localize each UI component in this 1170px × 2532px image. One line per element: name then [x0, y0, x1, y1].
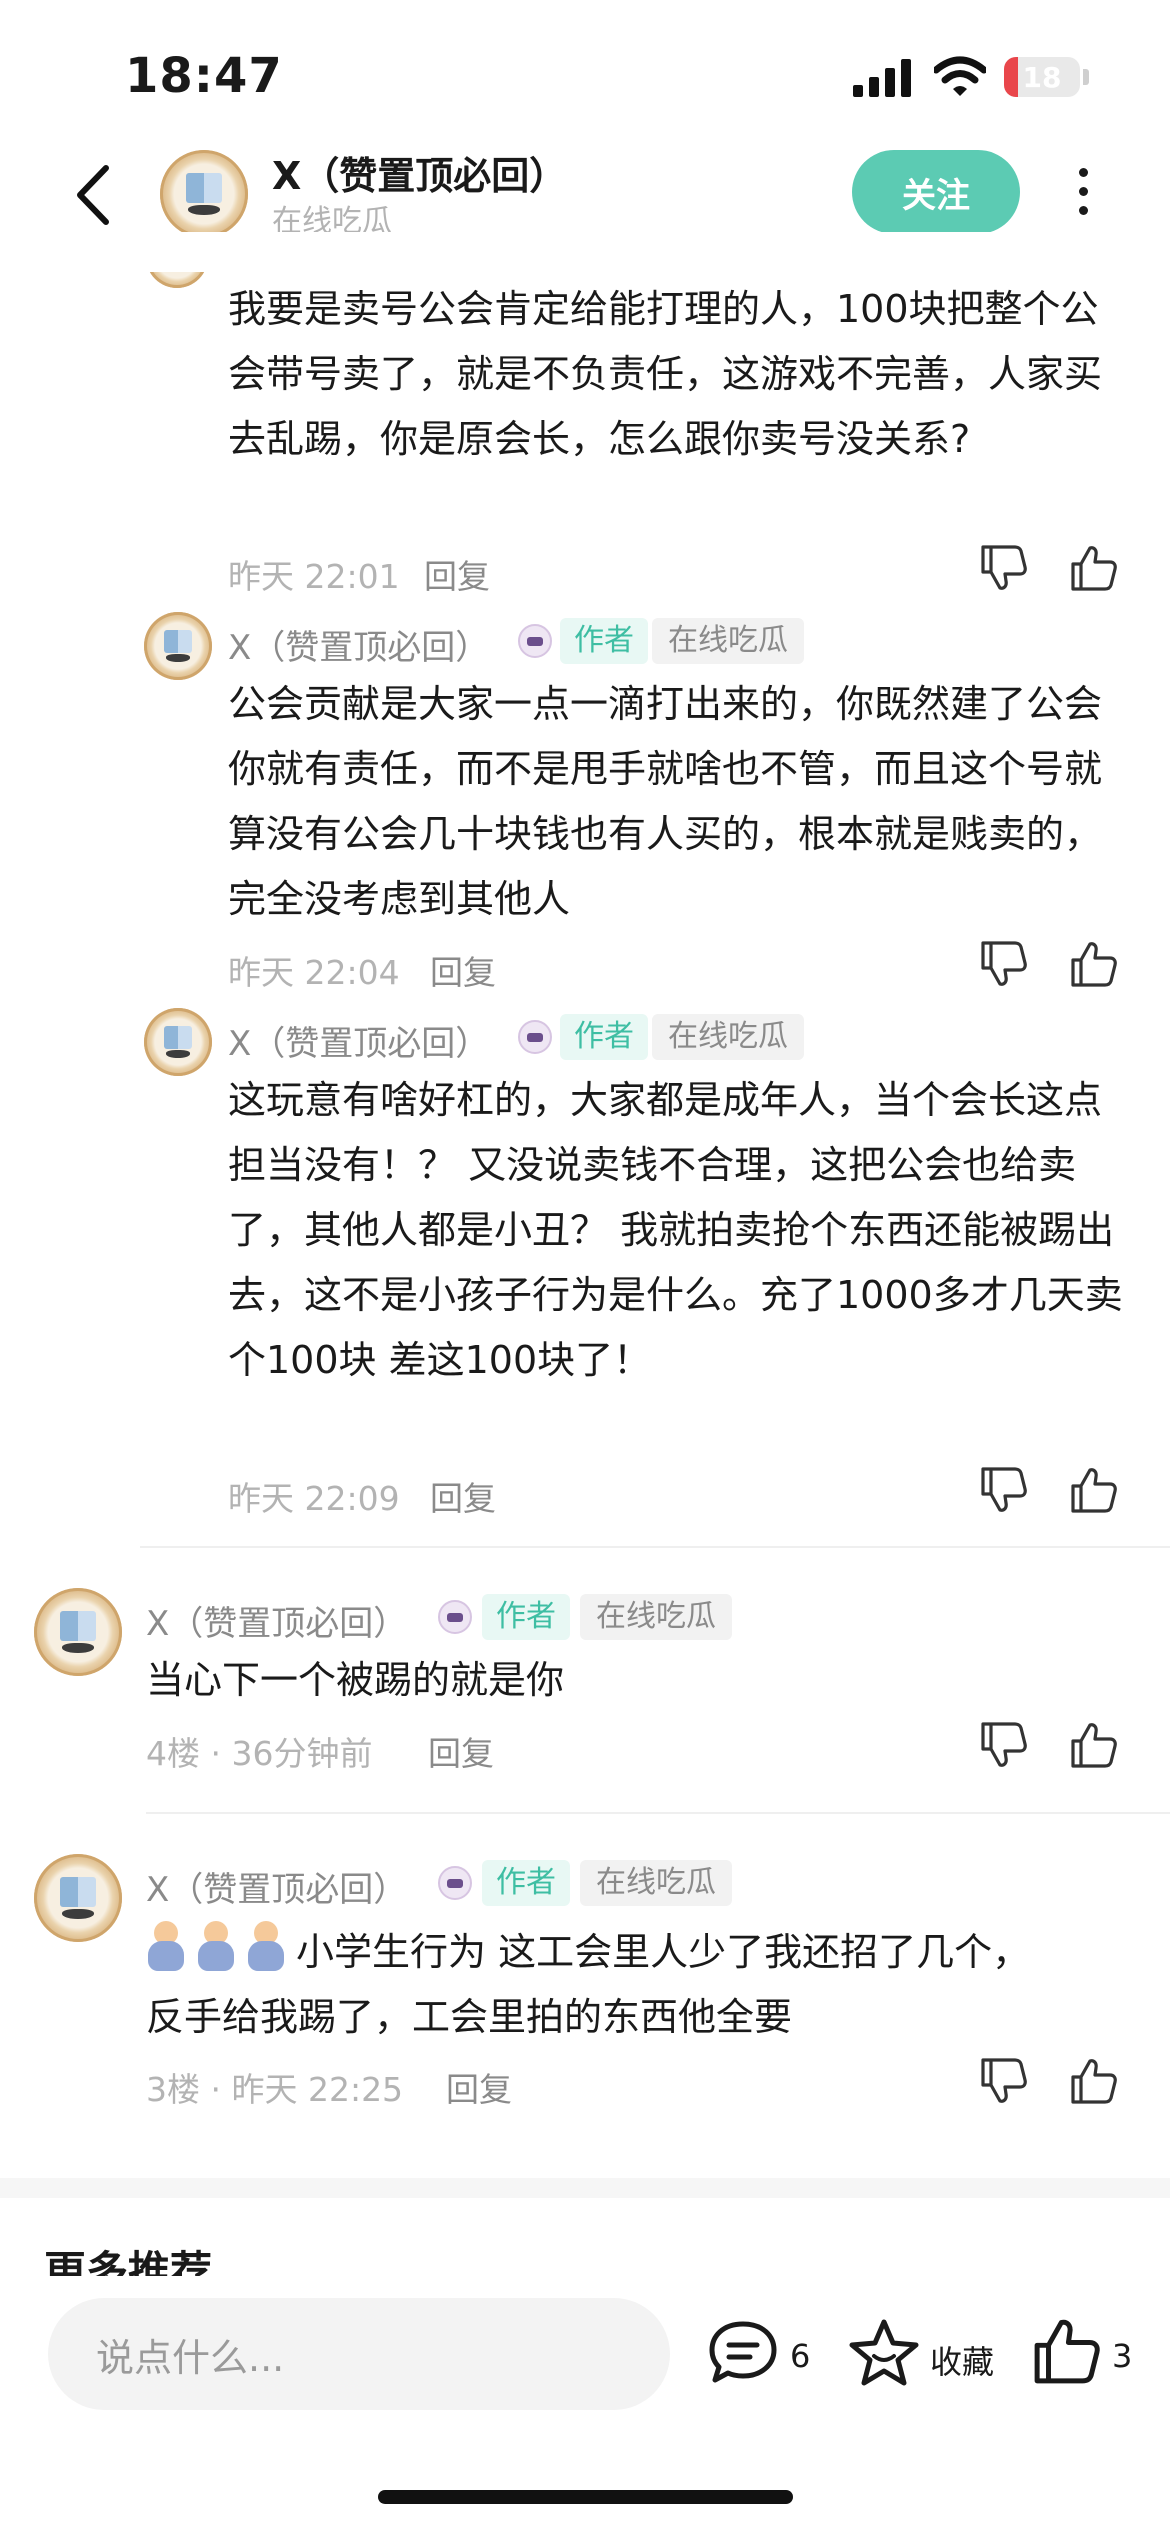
thumbs-up-emoji-icon [146, 1921, 190, 1973]
comment-author[interactable]: X（赞置顶必回） [146, 1596, 407, 1645]
comment-body: 当心下一个被踢的就是你 [146, 1658, 565, 1702]
status-tag: 在线吃瓜 [652, 618, 804, 664]
level-badge-icon [518, 624, 552, 658]
status-time: 18:47 [125, 48, 283, 104]
comment-count: 6 [790, 2337, 811, 2375]
battery-cap [1083, 69, 1089, 85]
comment-author[interactable]: X（赞置顶必回） [228, 620, 489, 669]
dislike-icon[interactable] [978, 938, 1030, 990]
favorite-label[interactable]: 收藏 [930, 2337, 994, 2383]
dislike-icon[interactable] [978, 2055, 1030, 2107]
home-indicator [378, 2490, 793, 2504]
divider [140, 1546, 1170, 1548]
section-separator [0, 2178, 1170, 2198]
thumbs-up-emoji-icon [196, 1921, 240, 1973]
comment-avatar[interactable] [34, 1588, 122, 1676]
level-badge-icon [438, 1600, 472, 1634]
author-tag: 作者 [482, 1860, 570, 1906]
comment-input[interactable]: 说点什么... [48, 2298, 670, 2410]
like-icon[interactable] [1068, 1464, 1120, 1516]
comment-time: 4楼 · 36分钟前 [146, 1734, 373, 1773]
more-icon[interactable] [1070, 168, 1096, 220]
comment-body: 我要是卖号公会肯定给能打理的人，100块把整个公会带号卖了，就是不负责任，这游戏… [228, 287, 1103, 461]
status-tag: 在线吃瓜 [580, 1594, 732, 1640]
battery-level: 18 [1022, 61, 1062, 94]
comment-avatar[interactable] [34, 1854, 122, 1942]
header-bottom-mask [0, 232, 1170, 272]
like-count: 3 [1112, 2337, 1133, 2375]
dislike-icon[interactable] [978, 1464, 1030, 1516]
reply-button[interactable]: 回复 [424, 550, 490, 598]
like-icon[interactable] [1068, 2055, 1120, 2107]
page-title: X（赞置顶必回） [272, 154, 568, 198]
status-tag: 在线吃瓜 [652, 1014, 804, 1060]
comment-time: 昨天 22:09 [228, 1479, 400, 1518]
level-badge-icon [438, 1866, 472, 1900]
like-icon[interactable] [1068, 542, 1120, 594]
like-icon[interactable] [1068, 1719, 1120, 1771]
follow-button[interactable]: 关注 [852, 150, 1020, 234]
wifi-icon [934, 56, 986, 96]
author-tag: 作者 [560, 1014, 648, 1060]
comment-time: 3楼 · 昨天 22:25 [146, 2070, 404, 2109]
comment-avatar[interactable] [144, 612, 212, 680]
divider [146, 1812, 1170, 1814]
comment-body: 公会贡献是大家一点一滴打出来的，你既然建了公会你就有责任，而不是甩手就啥也不管，… [228, 682, 1103, 921]
reply-button[interactable]: 回复 [430, 946, 496, 994]
comment-body-wrapper: 小学生行为 这工会里人少了我还招了几个，反手给我踢了，工会里拍的东西他全要 [146, 1920, 1066, 2050]
star-icon[interactable] [846, 2316, 922, 2390]
back-icon[interactable] [70, 160, 120, 230]
comment-bubble-icon[interactable] [706, 2318, 780, 2388]
comment-time: 昨天 22:01 [228, 557, 400, 596]
like-icon[interactable] [1030, 2314, 1104, 2388]
like-icon[interactable] [1068, 938, 1120, 990]
comment-time: 昨天 22:04 [228, 953, 400, 992]
header-avatar[interactable] [160, 150, 248, 238]
thumbs-up-emoji-icon [246, 1921, 290, 1973]
reply-button[interactable]: 回复 [430, 1472, 496, 1520]
dislike-icon[interactable] [978, 542, 1030, 594]
comment-body: 这玩意有啥好杠的，大家都是成年人，当个会长这点担当没有！？ 又没说卖钱不合理，这… [228, 1078, 1123, 1382]
reply-button[interactable]: 回复 [446, 2063, 512, 2111]
status-tag: 在线吃瓜 [580, 1860, 732, 1906]
reply-button[interactable]: 回复 [428, 1727, 494, 1775]
dislike-icon[interactable] [978, 1719, 1030, 1771]
author-tag: 作者 [560, 618, 648, 664]
signal-icon [853, 59, 911, 97]
author-tag: 作者 [482, 1594, 570, 1640]
level-badge-icon [518, 1020, 552, 1054]
comment-avatar[interactable] [144, 1008, 212, 1076]
comment-author[interactable]: X（赞置顶必回） [146, 1862, 407, 1911]
comment-author[interactable]: X（赞置顶必回） [228, 1016, 489, 1065]
battery-indicator: 18 [1004, 57, 1080, 97]
